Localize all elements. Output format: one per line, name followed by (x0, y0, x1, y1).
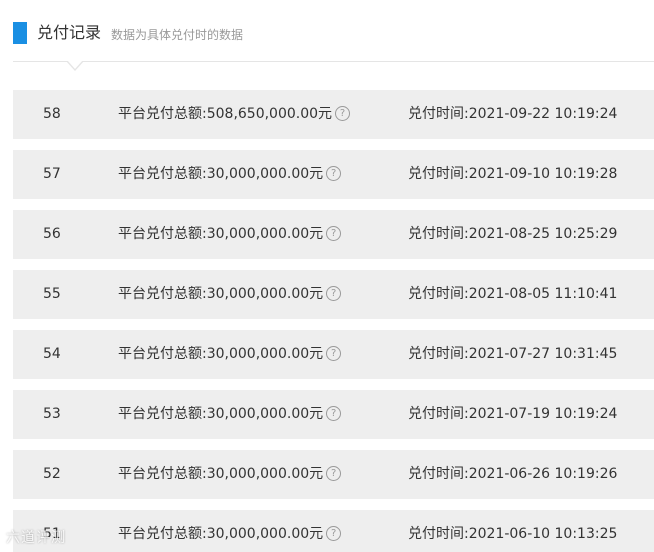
record-id: 55 (43, 286, 61, 302)
record-time: 兑付时间:2021-09-22 10:19:24 (408, 106, 618, 122)
question-circle-icon[interactable]: ? (326, 165, 342, 181)
question-circle-icon[interactable]: ? (335, 105, 351, 121)
record-id: 58 (43, 106, 61, 122)
record-total: 平台兑付总额:30,000,000.00元? (118, 270, 342, 319)
record-id: 53 (43, 406, 61, 422)
record-id: 54 (43, 346, 61, 362)
record-total-text: 平台兑付总额:30,000,000.00元 (118, 526, 324, 542)
record-row: 58 平台兑付总额:508,650,000.00元? 兑付时间:2021-09-… (13, 90, 654, 139)
section-title: 兑付记录 (37, 23, 102, 42)
record-id: 57 (43, 166, 61, 182)
record-time: 兑付时间:2021-07-19 10:19:24 (408, 406, 618, 422)
section-header: 兑付记录 数据为具体兑付时的数据 (0, 0, 654, 71)
tab-pointer-inner (67, 60, 83, 69)
record-row: 54 平台兑付总额:30,000,000.00元? 兑付时间:2021-07-2… (13, 330, 654, 379)
question-circle-icon[interactable]: ? (326, 225, 342, 241)
title-accent-bar (13, 22, 27, 44)
record-total: 平台兑付总额:30,000,000.00元? (118, 390, 342, 439)
question-circle-icon[interactable]: ? (326, 525, 342, 541)
question-circle-icon[interactable]: ? (326, 465, 342, 481)
record-row: 55 平台兑付总额:30,000,000.00元? 兑付时间:2021-08-0… (13, 270, 654, 319)
record-total-text: 平台兑付总额:30,000,000.00元 (118, 166, 324, 182)
record-total: 平台兑付总额:30,000,000.00元? (118, 330, 342, 379)
record-time: 兑付时间:2021-08-05 11:10:41 (408, 286, 618, 302)
record-id: 52 (43, 466, 61, 482)
section-subtitle: 数据为具体兑付时的数据 (111, 28, 244, 42)
record-total-text: 平台兑付总额:30,000,000.00元 (118, 226, 324, 242)
record-row: 53 平台兑付总额:30,000,000.00元? 兑付时间:2021-07-1… (13, 390, 654, 439)
record-total-text: 平台兑付总额:30,000,000.00元 (118, 346, 324, 362)
record-row: 52 平台兑付总额:30,000,000.00元? 兑付时间:2021-06-2… (13, 450, 654, 499)
record-time: 兑付时间:2021-07-27 10:31:45 (408, 346, 618, 362)
question-circle-icon[interactable]: ? (326, 405, 342, 421)
record-total-text: 平台兑付总额:508,650,000.00元 (118, 106, 333, 122)
record-total: 平台兑付总额:508,650,000.00元? (118, 90, 351, 139)
record-time: 兑付时间:2021-06-26 10:19:26 (408, 466, 618, 482)
watermark-logo: 六道评测 (6, 530, 66, 546)
record-id: 56 (43, 226, 61, 242)
record-time: 兑付时间:2021-06-10 10:13:25 (408, 526, 618, 542)
record-row: 51 平台兑付总额:30,000,000.00元? 兑付时间:2021-06-1… (13, 510, 654, 552)
record-time: 兑付时间:2021-08-25 10:25:29 (408, 226, 618, 242)
record-total-text: 平台兑付总额:30,000,000.00元 (118, 406, 324, 422)
header-divider (13, 61, 654, 62)
record-row: 57 平台兑付总额:30,000,000.00元? 兑付时间:2021-09-1… (13, 150, 654, 199)
record-total-text: 平台兑付总额:30,000,000.00元 (118, 466, 324, 482)
record-row: 56 平台兑付总额:30,000,000.00元? 兑付时间:2021-08-2… (13, 210, 654, 259)
record-total: 平台兑付总额:30,000,000.00元? (118, 510, 342, 552)
question-circle-icon[interactable]: ? (326, 345, 342, 361)
record-total: 平台兑付总额:30,000,000.00元? (118, 450, 342, 499)
record-total-text: 平台兑付总额:30,000,000.00元 (118, 286, 324, 302)
record-total: 平台兑付总额:30,000,000.00元? (118, 150, 342, 199)
record-total: 平台兑付总额:30,000,000.00元? (118, 210, 342, 259)
redemption-record-list: 58 平台兑付总额:508,650,000.00元? 兑付时间:2021-09-… (13, 90, 654, 552)
record-time: 兑付时间:2021-09-10 10:19:28 (408, 166, 618, 182)
question-circle-icon[interactable]: ? (326, 285, 342, 301)
